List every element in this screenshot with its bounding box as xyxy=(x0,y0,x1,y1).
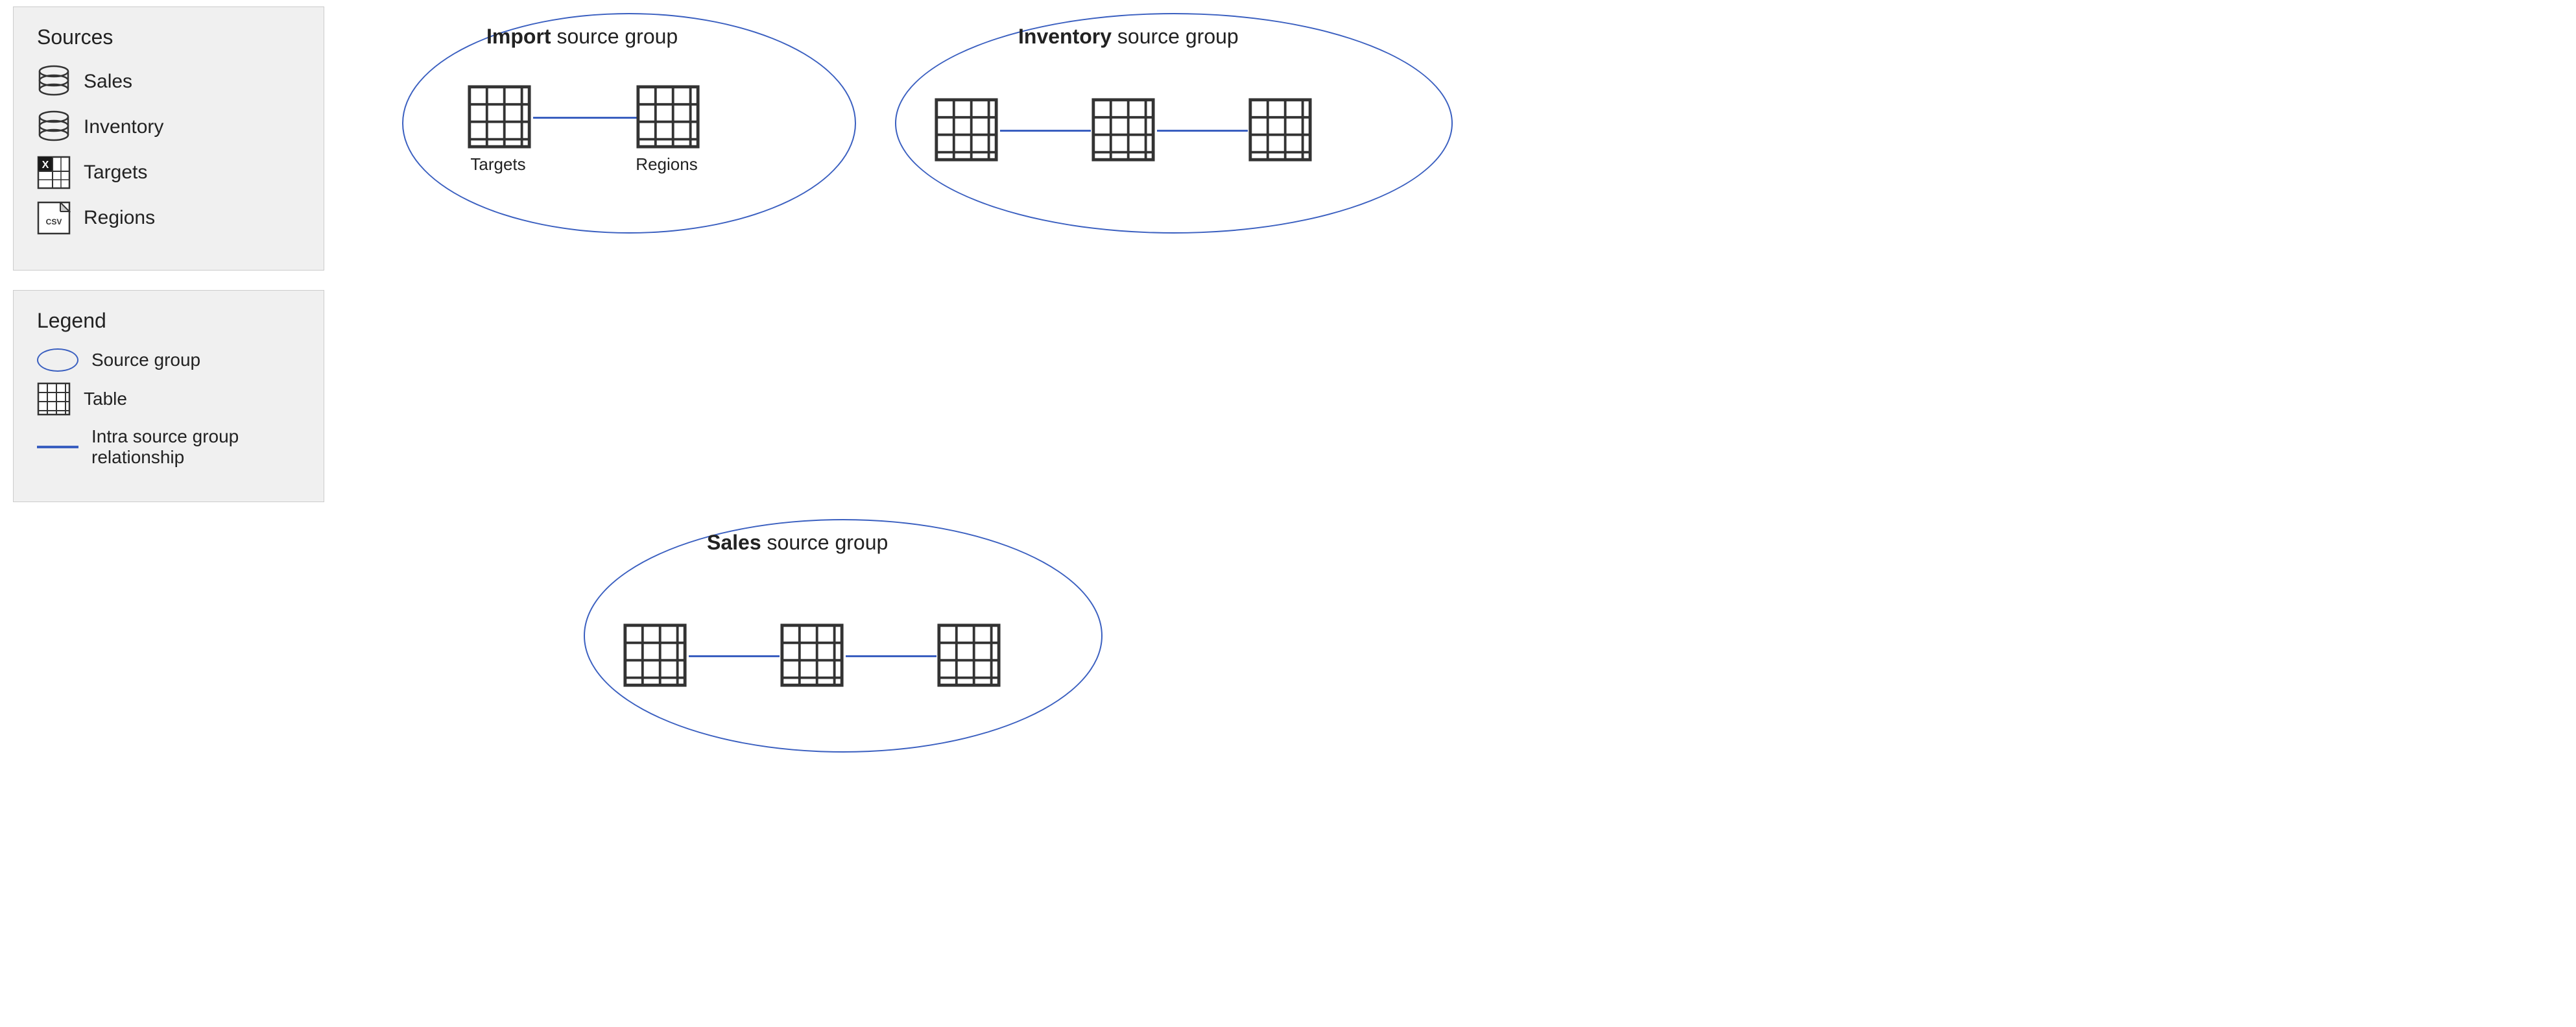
import-group-bold: Import xyxy=(486,25,551,48)
line-legend-icon xyxy=(37,446,78,448)
source-label-regions: Regions xyxy=(84,207,155,229)
import-targets-label: Targets xyxy=(459,154,537,175)
legend-label-source-group: Source group xyxy=(91,350,200,370)
import-regions-label: Regions xyxy=(628,154,706,175)
import-targets-icon xyxy=(467,84,532,149)
sales-table3-icon xyxy=(936,623,1001,688)
csv-icon-regions: CSV xyxy=(37,201,71,235)
source-label-inventory: Inventory xyxy=(84,116,163,138)
database-icon-inventory xyxy=(37,110,71,144)
sales-connector2 xyxy=(846,655,936,657)
import-group-title: Import source group xyxy=(486,25,678,49)
sources-box: Sources Sales xyxy=(13,6,324,271)
inventory-table2-icon xyxy=(1091,97,1156,162)
import-connector xyxy=(533,117,637,119)
source-item-targets: X Targets xyxy=(37,156,300,189)
legend-title: Legend xyxy=(37,309,300,333)
sales-group-rest: source group xyxy=(761,531,888,554)
source-item-sales: Sales xyxy=(37,65,300,99)
inventory-connector2 xyxy=(1157,130,1248,132)
inventory-group-rest: source group xyxy=(1112,25,1239,48)
inventory-connector1 xyxy=(1000,130,1091,132)
left-panel: Sources Sales xyxy=(13,6,324,502)
legend-box: Legend Source group Table Intra source g… xyxy=(13,290,324,502)
sales-group-bold: Sales xyxy=(707,531,761,554)
source-item-inventory: Inventory xyxy=(37,110,300,144)
inventory-table3-icon xyxy=(1248,97,1313,162)
inventory-group-title: Inventory source group xyxy=(1018,25,1239,49)
svg-text:CSV: CSV xyxy=(46,217,62,226)
sources-title: Sources xyxy=(37,25,300,49)
sales-connector1 xyxy=(689,655,780,657)
table-legend-icon xyxy=(37,382,71,416)
excel-icon-targets: X xyxy=(37,156,71,189)
legend-item-table: Table xyxy=(37,382,300,416)
oval-legend-icon xyxy=(37,348,78,372)
sales-table1-icon xyxy=(623,623,687,688)
import-regions-icon xyxy=(636,84,700,149)
source-item-regions: CSV Regions xyxy=(37,201,300,235)
legend-item-source-group: Source group xyxy=(37,348,300,372)
sales-group-title: Sales source group xyxy=(707,531,888,555)
diagram-area: Import source group Targets Regions Inve… xyxy=(363,0,2576,1027)
svg-text:X: X xyxy=(42,160,49,171)
import-group-rest: source group xyxy=(551,25,678,48)
inventory-group-bold: Inventory xyxy=(1018,25,1112,48)
source-label-sales: Sales xyxy=(84,71,132,93)
inventory-table1-icon xyxy=(934,97,999,162)
legend-label-relationship: Intra source group relationship xyxy=(91,426,300,468)
sales-table2-icon xyxy=(780,623,844,688)
legend-item-relationship: Intra source group relationship xyxy=(37,426,300,468)
legend-label-table: Table xyxy=(84,389,127,409)
source-label-targets: Targets xyxy=(84,162,147,184)
database-icon-sales xyxy=(37,65,71,99)
